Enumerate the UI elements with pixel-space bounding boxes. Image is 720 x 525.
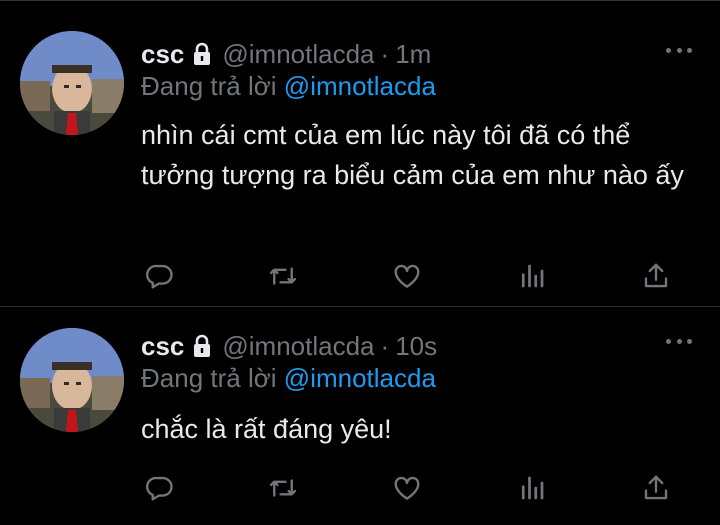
lock-icon [194, 42, 211, 65]
display-name[interactable]: csc [141, 331, 184, 362]
retweet-icon[interactable] [265, 258, 301, 294]
share-icon[interactable] [638, 470, 674, 506]
replying-to: Đang trả lời @imnotlacda [141, 71, 436, 102]
reply-icon[interactable] [141, 258, 177, 294]
user-handle[interactable]: @imnotlacda [222, 39, 374, 70]
more-options-icon[interactable] [666, 334, 692, 348]
tweet-header: csc @imnotlacda · 1m [141, 37, 431, 71]
mention-link[interactable]: @imnotlacda [284, 363, 436, 393]
timestamp[interactable]: 10s [395, 331, 437, 362]
share-icon[interactable] [638, 258, 674, 294]
avatar[interactable] [20, 31, 124, 135]
user-handle[interactable]: @imnotlacda [222, 331, 374, 362]
tweet-actions [136, 258, 696, 294]
replying-to: Đang trả lời @imnotlacda [141, 363, 436, 394]
like-icon[interactable] [389, 470, 425, 506]
display-name[interactable]: csc [141, 39, 184, 70]
replying-prefix: Đang trả lời [141, 71, 277, 101]
tweet[interactable]: csc @imnotlacda · 1m Đang trả lời @imnot… [0, 0, 720, 307]
lock-icon [194, 334, 211, 357]
tweet-actions [136, 470, 696, 506]
mention-link[interactable]: @imnotlacda [284, 71, 436, 101]
stats-icon[interactable] [514, 258, 550, 294]
replying-prefix: Đang trả lời [141, 363, 277, 393]
reply-icon[interactable] [141, 470, 177, 506]
avatar[interactable] [20, 328, 124, 432]
tweet-text: nhìn cái cmt của em lúc này tôi đã có th… [141, 120, 684, 190]
separator-dot: · [380, 38, 390, 69]
more-options-icon[interactable] [666, 43, 692, 57]
like-icon[interactable] [389, 258, 425, 294]
stats-icon[interactable] [514, 470, 550, 506]
tweet-text: chắc là rất đáng yêu! [141, 414, 392, 444]
tweet-header: csc @imnotlacda · 10s [141, 329, 437, 363]
separator-dot: · [380, 330, 390, 361]
retweet-icon[interactable] [265, 470, 301, 506]
timestamp[interactable]: 1m [395, 39, 431, 70]
